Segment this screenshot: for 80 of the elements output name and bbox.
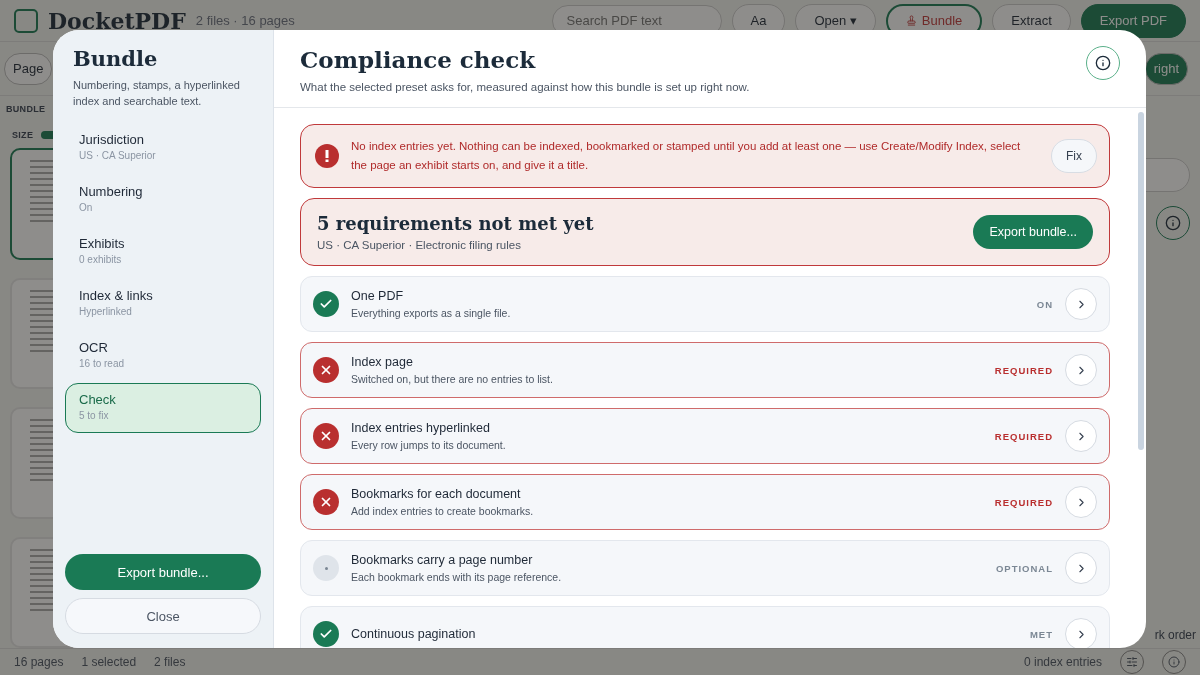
dialog-subtitle: What the selected preset asks for, measured against how this bundle is set up right now. — [300, 81, 750, 93]
item-detail: 16 to read — [79, 358, 125, 369]
close-button[interactable]: Close — [65, 598, 261, 634]
info-button[interactable] — [1086, 46, 1120, 80]
sidebar-item[interactable]: Exhibits 0 exhibits — [65, 227, 261, 277]
item-detail: On — [79, 202, 93, 213]
check-icon — [313, 291, 339, 317]
logo-icon — [14, 8, 38, 33]
section-label: BUNDLE — [5, 103, 47, 116]
status-text: 2 files — [154, 655, 186, 669]
requirement-detail: Everything exports as a single file. — [351, 307, 512, 319]
item-detail: 0 exhibits — [79, 254, 122, 265]
requirement-row[interactable]: Continuous pagination MET — [300, 606, 1110, 648]
status-tag: REQUIRED — [994, 430, 1053, 442]
dialog-title: Compliance check — [300, 46, 537, 73]
requirement-row[interactable]: Index entries hyperlinked Every row jumps to its document. REQUIRED — [300, 408, 1110, 464]
chevron-button[interactable] — [1065, 354, 1097, 386]
requirement-detail: Each bookmark ends with its page reference. — [351, 571, 563, 583]
requirement-title: Index page — [351, 355, 414, 369]
export-button[interactable]: Export bundle... — [65, 554, 261, 590]
status-tag: REQUIRED — [994, 496, 1053, 508]
item-label: Jurisdiction — [79, 132, 145, 147]
chevron-button[interactable] — [1065, 552, 1097, 584]
status-text: 1 selected — [81, 655, 137, 669]
item-label: Exhibits — [79, 236, 125, 251]
file-info: 2 files · 16 pages — [195, 13, 295, 28]
size-label: SIZE — [12, 130, 34, 140]
sidebar-item[interactable]: Index & links Hyperlinked — [65, 279, 261, 329]
requirement-row[interactable]: One PDF Everything exports as a single file. ON — [300, 276, 1110, 332]
sidebar-item[interactable]: Jurisdiction US · CA Superior — [65, 123, 261, 173]
requirement-title: Index entries hyperlinked — [351, 421, 491, 435]
check-icon — [313, 621, 339, 647]
stamp-icon — [905, 15, 917, 26]
requirement-title: Bookmarks carry a page number — [351, 553, 534, 567]
sidebar-title: Bundle — [73, 46, 159, 71]
requirement-detail: Add index entries to create bookmarks. — [351, 505, 535, 517]
export-button[interactable]: Export bundle... — [973, 215, 1093, 249]
chevron-button[interactable] — [1065, 618, 1097, 648]
index-count: 0 index entries — [1023, 655, 1102, 669]
requirement-row[interactable]: Bookmarks carry a page number Each bookmark ends with its page reference. OPTIONAL — [300, 540, 1110, 596]
summary-subtitle: US · CA Superior · Electronic filing rules — [317, 239, 522, 251]
requirement-title: Bookmarks for each document — [351, 487, 522, 501]
fix-button[interactable]: Fix — [1051, 139, 1097, 173]
requirement-row[interactable]: Bookmarks for each document Add index entries to create bookmarks. REQUIRED — [300, 474, 1110, 530]
item-label: OCR — [79, 340, 108, 355]
dot-icon — [313, 555, 339, 581]
sidebar-item[interactable]: Numbering On — [65, 175, 261, 225]
sidebar-description: Numbering, stamps, a hyperlinked index and searchable text. — [73, 78, 241, 109]
item-label: Numbering — [79, 184, 143, 199]
status-tag: ON — [1036, 298, 1053, 310]
summary-title: 5 requirements not met yet — [317, 213, 594, 234]
order-label: rk order — [1154, 628, 1196, 644]
app-logo: DocketPDF — [48, 7, 186, 34]
item-detail: 5 to fix — [79, 410, 109, 421]
page-button[interactable]: Page — [4, 52, 53, 85]
requirement-title: One PDF — [351, 289, 405, 303]
status-text: 16 pages — [14, 655, 64, 669]
item-detail: Hyperlinked — [79, 306, 132, 317]
chevron-button[interactable] — [1065, 288, 1097, 320]
status-tag: MET — [1029, 628, 1053, 640]
status-tag: OPTIONAL — [995, 562, 1053, 574]
requirement-title: Continuous pagination — [351, 627, 477, 641]
sidebar-item[interactable]: Check 5 to fix — [65, 383, 261, 433]
cross-icon — [313, 489, 339, 515]
cross-icon — [313, 423, 339, 449]
requirement-detail: Switched on, but there are no entries to list. — [351, 373, 554, 385]
scrollbar[interactable] — [1138, 112, 1144, 450]
chevron-button[interactable] — [1065, 486, 1097, 518]
item-label: Index & links — [79, 288, 153, 303]
item-detail: US · CA Superior — [79, 150, 156, 161]
info-icon — [1095, 55, 1111, 71]
status-tag: REQUIRED — [994, 364, 1053, 376]
requirement-row[interactable]: Index page Switched on, but there are no entries to list. REQUIRED — [300, 342, 1110, 398]
alert-icon — [315, 144, 339, 168]
alert-message: No index entries yet. Nothing can be indexed, bookmarked or stamped until you add at least one — use Create/Modify Index, select the page an exhibit starts on, and give it a title. — [351, 139, 1022, 173]
item-label: Check — [79, 392, 116, 407]
chevron-button[interactable] — [1065, 420, 1097, 452]
cross-icon — [313, 357, 339, 383]
requirement-detail: Every row jumps to its document. — [351, 439, 507, 451]
sidebar-item[interactable]: OCR 16 to read — [65, 331, 261, 381]
